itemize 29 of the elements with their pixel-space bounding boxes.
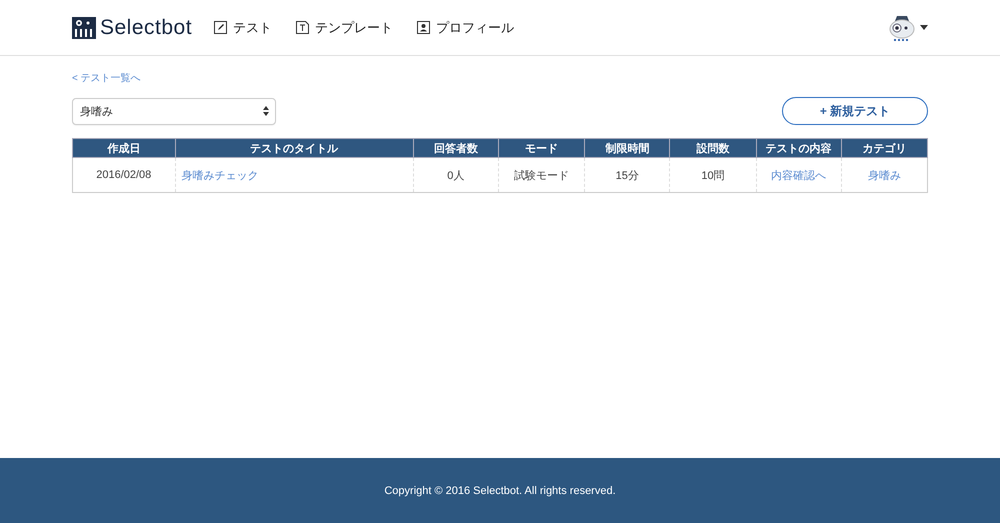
table-cell: 10問	[670, 158, 756, 192]
table-link[interactable]: 身嗜みチェック	[175, 158, 414, 192]
back-link[interactable]: < テスト一覧へ	[72, 71, 141, 85]
robot-logo-icon	[72, 16, 96, 38]
category-select[interactable]: 身嗜み	[72, 98, 276, 124]
caret-icon[interactable]	[920, 25, 928, 30]
table-cell: 0人	[413, 158, 498, 192]
table-link[interactable]: 内容確認へ	[756, 158, 842, 192]
table-cell: 試験モード	[498, 158, 585, 192]
profile-icon	[417, 21, 430, 34]
column-header: 回答者数	[413, 138, 498, 158]
edit-icon	[214, 21, 228, 34]
nav-link[interactable]: プロフィール	[417, 18, 514, 36]
column-header: 制限時間	[584, 138, 670, 158]
column-header: テストの内容	[756, 138, 842, 158]
column-header: テストのタイトル	[175, 138, 414, 158]
copyright-text: Copyright © 2016 Selectbot. All rights reserved.	[384, 484, 616, 496]
logo-text[interactable]: Selectbot	[100, 16, 192, 40]
table-cell: 15分	[584, 158, 670, 192]
nav-link[interactable]: テンプレート	[296, 18, 394, 36]
new-test-button[interactable]: + 新規テスト	[782, 97, 928, 125]
sort-arrows-icon	[263, 106, 269, 116]
nav-link[interactable]: テスト	[214, 18, 272, 36]
column-header: 設問数	[670, 138, 756, 158]
column-header: モード	[498, 138, 585, 158]
column-header: 作成日	[72, 138, 176, 158]
column-header: カテゴリ	[841, 138, 928, 158]
document-icon	[296, 21, 310, 34]
table-cell: 2016/02/08	[72, 158, 176, 192]
